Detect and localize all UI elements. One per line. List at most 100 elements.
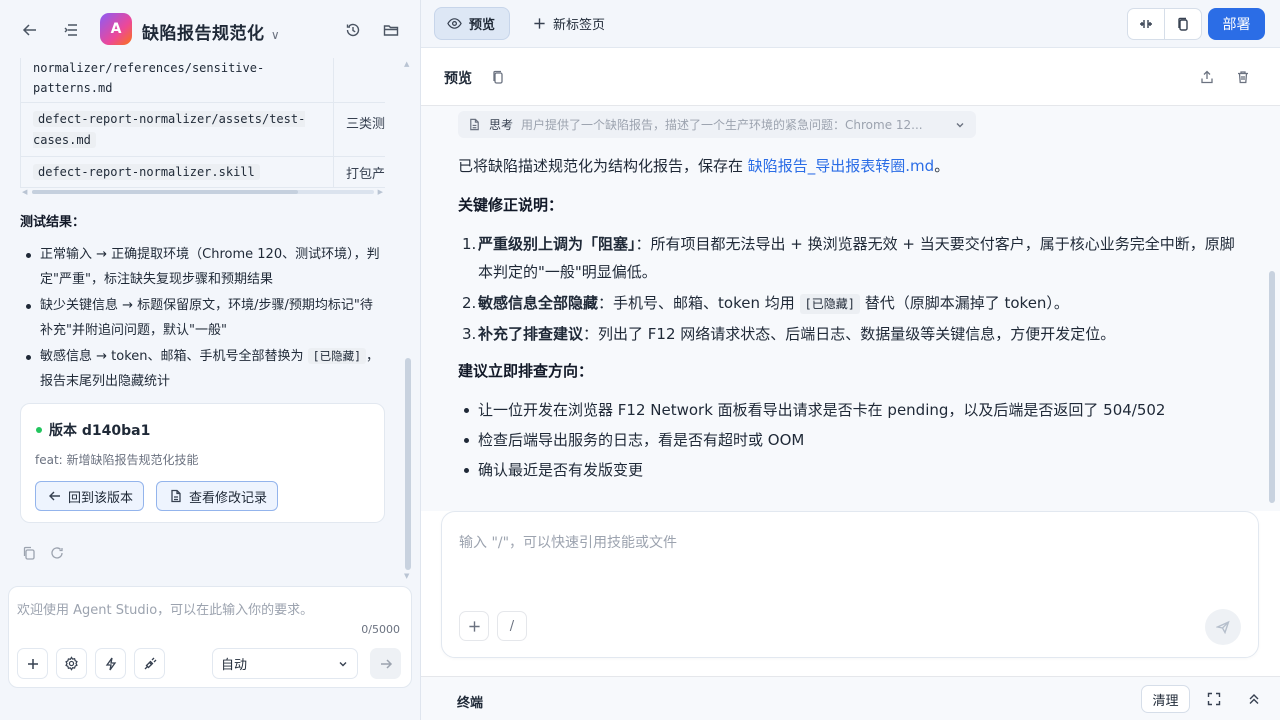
split-view-button[interactable] <box>1128 9 1164 39</box>
left-message-scroll[interactable]: normalizer/references/sensitive-patterns… <box>0 58 421 588</box>
gear-icon <box>64 656 79 671</box>
history-icon[interactable] <box>343 20 363 40</box>
app-title[interactable]: 缺陷报告规范化 ∨ <box>142 19 280 44</box>
expand-icon[interactable] <box>1207 692 1221 706</box>
chevron-down-icon <box>337 658 349 670</box>
intro-paragraph: 已将缺陷描述规范化为结构化报告，保存在 缺陷报告_导出报表转圈.md。 <box>458 155 949 176</box>
mode-select-value: 自动 <box>221 658 248 673</box>
share-icon[interactable] <box>1200 70 1214 84</box>
settings-button[interactable] <box>56 648 87 679</box>
slash-label: / <box>509 618 515 634</box>
copy-view-button[interactable] <box>1164 9 1201 39</box>
table-cell-desc: 打包产 <box>332 156 385 188</box>
collapse-up-icon[interactable] <box>1247 692 1261 706</box>
add-button[interactable] <box>17 648 48 679</box>
debug-list: 让一位开发在浏览器 F12 Network 面板看导出请求是否卡在 pendin… <box>458 396 1238 486</box>
table-cell-desc <box>332 58 385 103</box>
terminal-bar: 终端 清理 <box>421 676 1280 720</box>
trash-icon[interactable] <box>1236 70 1250 84</box>
copy-icon <box>1176 17 1190 31</box>
revert-version-label: 回到该版本 <box>68 490 134 506</box>
list-item: 敏感信息 → token、邮箱、手机号全部替换为 [已隐藏] ，报告末尾列出隐藏统… <box>20 344 380 394</box>
report-file-link[interactable]: 缺陷报告_导出报表转圈.md <box>748 157 934 175</box>
version-commit-message: feat: 新增缺陷报告规范化技能 <box>35 453 199 467</box>
tools-button[interactable] <box>134 648 165 679</box>
right-panel: 预览 新标签页 部署 预览 思考 用户提供了一个缺陷报告，描述了一个生产环境的紧… <box>421 0 1280 720</box>
view-changes-button[interactable]: 查看修改记录 <box>156 481 279 511</box>
table-cell-path: normalizer/references/sensitive-patterns… <box>20 58 334 103</box>
chat-composer: 输入 "/"，可以快速引用技能或文件 / <box>441 511 1259 658</box>
copy-icon[interactable] <box>22 546 36 560</box>
slash-command-button[interactable]: / <box>497 611 527 641</box>
chat-send-button[interactable] <box>1205 609 1241 645</box>
table-horizontal-scrollbar[interactable]: ◀ ▶ <box>20 188 385 196</box>
scroll-left-arrow-icon[interactable]: ◀ <box>22 188 27 196</box>
document-icon <box>468 118 481 131</box>
list-number: 3. <box>462 325 477 343</box>
scroll-thumb[interactable] <box>32 190 298 194</box>
version-title: 版本 d140ba1 <box>49 423 151 439</box>
preview-title-text: 预览 <box>444 71 472 87</box>
test-results-heading: 测试结果： <box>20 215 86 230</box>
left-vertical-scrollbar[interactable]: ▲ ▼ <box>403 58 413 586</box>
chat-input[interactable]: 输入 "/"，可以快速引用技能或文件 <box>459 532 677 552</box>
list-item: 正常输入 → 正确提取环境（Chrome 120、测试环境），判定"严重"，标注… <box>20 242 380 292</box>
scroll-right-arrow-icon[interactable]: ▶ <box>378 188 383 196</box>
revert-version-button[interactable]: 回到该版本 <box>35 481 145 511</box>
arrow-right-icon <box>379 657 393 671</box>
plug-icon <box>143 657 157 671</box>
list-item: 2. 敏感信息全部隐藏：手机号、邮箱、token 均用 [已隐藏] 替代（原脚本… <box>458 289 1238 317</box>
list-item: 1. 严重级别上调为「阻塞」：所有项目都无法导出 + 换浏览器无效 + 当天要交… <box>458 230 1238 286</box>
list-item: 检查后端导出服务的日志，看是否有超时或 OOM <box>458 426 1238 454</box>
scroll-down-arrow-icon[interactable]: ▼ <box>404 572 409 580</box>
refresh-icon[interactable] <box>50 546 64 560</box>
table-row: defect-report-normalizer/assets/test-cas… <box>20 102 385 157</box>
app-title-text: 缺陷报告规范化 <box>142 24 265 44</box>
tab-preview[interactable]: 预览 <box>434 7 510 40</box>
intro-text: 已将缺陷描述规范化为结构化报告，保存在 <box>458 157 748 175</box>
list-item: 缺少关键信息 → 标题保留原文，环境/步骤/预期均标记"待补充"并附追问问题，默… <box>20 293 380 343</box>
preview-content[interactable]: 思考 用户提供了一个缺陷报告，描述了一个生产环境的紧急问题：Chrome 12.… <box>421 106 1280 511</box>
scroll-thumb[interactable] <box>405 358 411 570</box>
fix-text: ：列出了 F12 网络请求状态、后端日志、数据量级等关键信息，方便开发定位。 <box>583 325 1116 343</box>
arrow-left-icon <box>48 489 62 503</box>
skills-button[interactable] <box>95 648 126 679</box>
fix-text-end: 替代（原脚本漏掉了 token）。 <box>859 294 1069 312</box>
preview-scroll-thumb[interactable] <box>1269 271 1275 503</box>
deploy-button[interactable]: 部署 <box>1208 8 1265 40</box>
folder-icon[interactable] <box>381 20 401 40</box>
table-cell-desc: 三类测 <box>332 102 385 157</box>
tab-label: 新标签页 <box>553 18 606 33</box>
left-panel: A 缺陷报告规范化 ∨ normalizer/references/sensit… <box>0 0 421 720</box>
hidden-token-code: [已隐藏] <box>799 294 860 314</box>
copy-icon[interactable] <box>491 70 505 84</box>
message-actions <box>22 546 64 560</box>
app-badge: A <box>100 13 132 45</box>
back-arrow-icon[interactable] <box>20 20 40 40</box>
eye-icon <box>447 16 462 31</box>
split-view-icon <box>1139 17 1153 31</box>
list-item-text: 敏感信息 → token、邮箱、手机号全部替换为 <box>40 349 308 364</box>
intro-text-end: 。 <box>934 157 950 175</box>
tab-new[interactable]: 新标签页 <box>521 7 617 40</box>
clear-button[interactable]: 清理 <box>1141 685 1190 713</box>
terminal-label: 终端 <box>457 696 484 711</box>
preview-title: 预览 <box>444 68 472 88</box>
table-cell-path: defect-report-normalizer/assets/test-cas… <box>20 102 334 157</box>
prompt-input[interactable]: 欢迎使用 Agent Studio，可以在此输入你的要求。 <box>17 599 313 618</box>
list-item: 确认最近是否有发版变更 <box>458 456 1238 484</box>
chevron-down-icon <box>954 119 966 131</box>
view-changes-label: 查看修改记录 <box>189 490 268 506</box>
file-table: normalizer/references/sensitive-patterns… <box>20 58 385 188</box>
chevron-down-icon: ∨ <box>270 28 281 42</box>
thinking-text: 用户提供了一个缺陷报告，描述了一个生产环境的紧急问题：Chrome 12... <box>521 118 923 132</box>
list-number: 1. <box>462 235 477 253</box>
send-button[interactable] <box>370 648 401 679</box>
sidebar-toggle-icon[interactable] <box>61 20 81 40</box>
mode-select[interactable]: 自动 <box>212 648 358 679</box>
scroll-up-arrow-icon[interactable]: ▲ <box>404 60 409 68</box>
plus-icon <box>468 620 481 633</box>
list-item: 让一位开发在浏览器 F12 Network 面板看导出请求是否卡在 pendin… <box>458 396 1238 424</box>
thinking-block[interactable]: 思考 用户提供了一个缺陷报告，描述了一个生产环境的紧急问题：Chrome 12.… <box>458 111 976 138</box>
attach-button[interactable] <box>459 611 489 641</box>
